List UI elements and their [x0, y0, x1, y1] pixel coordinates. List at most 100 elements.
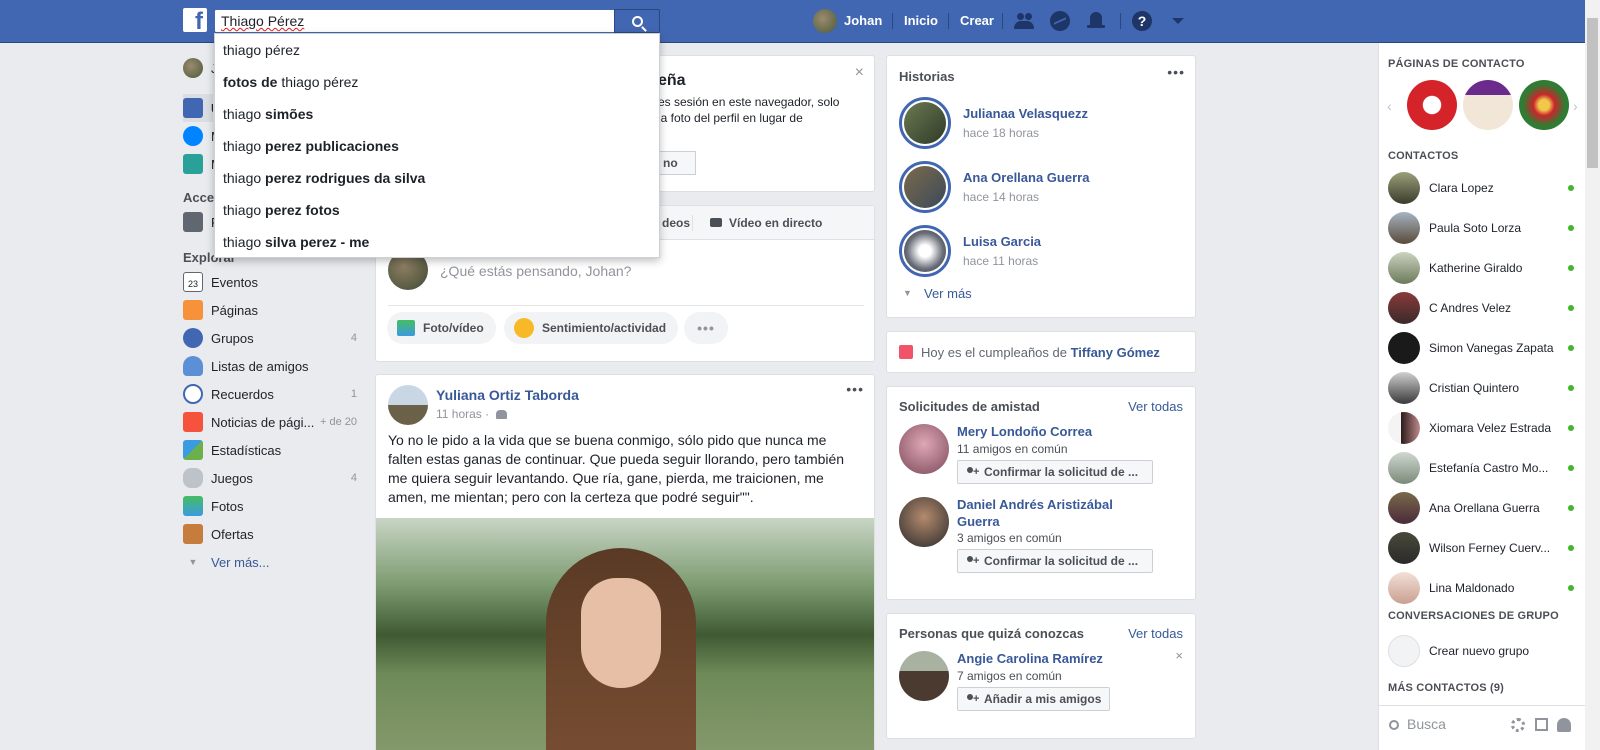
contact-item[interactable]: C Andres Velez: [1388, 290, 1578, 326]
story-avatar[interactable]: [899, 225, 951, 277]
feeling-activity-button[interactable]: Sentimiento/actividad: [504, 312, 679, 344]
stories-options-icon[interactable]: •••: [1167, 64, 1185, 80]
marketplace-icon: [183, 154, 203, 174]
pymk-see-all[interactable]: Ver todas: [1128, 626, 1183, 641]
post-author-avatar[interactable]: [388, 385, 428, 425]
create-group-button[interactable]: Crear nuevo grupo: [1388, 633, 1578, 669]
post-photo[interactable]: [376, 518, 874, 750]
confirm-request-button[interactable]: Confirmar la solicitud de ...: [957, 460, 1153, 484]
sidebar-see-more[interactable]: ▼ Ver más...: [183, 548, 357, 576]
sidebar-item-groups[interactable]: Grupos 4: [183, 324, 357, 352]
search-suggestion[interactable]: thiago pérez: [215, 34, 659, 66]
contact-item[interactable]: Xiomara Velez Estrada: [1388, 410, 1578, 446]
story-time: hace 11 horas: [963, 254, 1039, 268]
composer-input[interactable]: ¿Qué estás pensando, Johan?: [440, 263, 631, 279]
contact-item[interactable]: Paula Soto Lorza: [1388, 210, 1578, 246]
add-friend-button[interactable]: Añadir a mis amigos: [957, 687, 1111, 711]
photo-video-button[interactable]: Foto/vídeo: [387, 312, 496, 344]
facebook-logo-icon[interactable]: f: [183, 8, 207, 32]
contact-item[interactable]: Lina Maldonado: [1388, 570, 1578, 606]
search-suggestion[interactable]: thiago perez rodrigues da silva: [215, 162, 659, 194]
chevron-left-icon[interactable]: ‹: [1387, 98, 1392, 114]
birthday-person-link[interactable]: Tiffany Gómez: [1071, 345, 1160, 360]
composer-divider: [388, 305, 864, 306]
contact-item[interactable]: Katherine Giraldo: [1388, 250, 1578, 286]
friends-audience-icon[interactable]: [496, 410, 508, 420]
requester-avatar[interactable]: [899, 424, 949, 474]
contact-item[interactable]: Cristian Quintero: [1388, 370, 1578, 406]
scrollbar-thumb[interactable]: [1587, 18, 1598, 168]
suggestion-name[interactable]: Angie Carolina Ramírez: [957, 651, 1103, 666]
suggestion-avatar[interactable]: [899, 651, 949, 701]
contact-item[interactable]: Simon Vanegas Zapata: [1388, 330, 1578, 366]
sidebar-item-games[interactable]: Juegos 4: [183, 464, 357, 492]
page-scrollbar[interactable]: [1585, 0, 1600, 750]
messenger-icon[interactable]: [1050, 11, 1070, 31]
requester-avatar[interactable]: [899, 497, 949, 547]
search-suggestion[interactable]: thiago simões: [215, 98, 659, 130]
sidebar-item-offers[interactable]: Ofertas: [183, 520, 357, 548]
story-name[interactable]: Julianaa Velasquezz: [963, 106, 1088, 121]
chevron-right-icon[interactable]: ›: [1573, 98, 1578, 114]
contact-item[interactable]: Clara Lopez: [1388, 170, 1578, 206]
sidebar-item-pages[interactable]: Páginas: [183, 296, 357, 324]
avatar: [1388, 572, 1420, 604]
help-icon[interactable]: ?: [1132, 11, 1152, 31]
story-thumbnail: [904, 230, 946, 272]
stories-see-more[interactable]: Ver más: [924, 286, 972, 301]
create-link[interactable]: Crear: [960, 0, 994, 42]
sidebar-item-statistics[interactable]: Estadísticas: [183, 436, 357, 464]
contact-name: Paula Soto Lorza: [1429, 221, 1522, 235]
contact-item[interactable]: Ana Orellana Guerra: [1388, 490, 1578, 526]
search-suggestion[interactable]: fotos de thiago pérez: [215, 66, 659, 98]
contact-item[interactable]: Estefanía Castro Mo...: [1388, 450, 1578, 486]
close-icon[interactable]: ×: [855, 64, 864, 82]
user-avatar[interactable]: [813, 9, 837, 33]
chat-search-input[interactable]: Busca: [1407, 716, 1446, 732]
story-avatar[interactable]: [899, 97, 951, 149]
requester-name[interactable]: Mery Londoño Correa: [957, 424, 1092, 439]
search-suggestion[interactable]: thiago perez fotos: [215, 194, 659, 226]
sidebar-item-pages-feed[interactable]: Noticias de pági... + de 20: [183, 408, 357, 436]
notifications-icon[interactable]: [1086, 11, 1106, 31]
more-options-button[interactable]: •••: [684, 312, 728, 344]
contact-page-avatar[interactable]: [1463, 80, 1513, 130]
account-menu-chevron-down-icon[interactable]: [1168, 11, 1188, 31]
new-group-icon[interactable]: [1557, 718, 1571, 732]
story-avatar[interactable]: [899, 161, 951, 213]
sidebar-item-friend-lists[interactable]: Listas de amigos: [183, 352, 357, 380]
home-link[interactable]: Inicio: [904, 0, 938, 42]
sidebar-item-label: Grupos: [211, 330, 254, 346]
sidebar-item-memories[interactable]: Recuerdos 1: [183, 380, 357, 408]
close-icon[interactable]: ×: [1175, 648, 1183, 663]
more-contacts-heading[interactable]: MÁS CONTACTOS (9): [1388, 682, 1504, 694]
gear-icon[interactable]: [1511, 718, 1525, 732]
nav-divider: [892, 13, 893, 29]
sidebar-item-news-feed[interactable]: U: [183, 94, 213, 122]
tab-photo-video[interactable]: deos: [662, 216, 690, 230]
card-button[interactable]: no: [656, 151, 696, 175]
sidebar-item-photos[interactable]: Fotos: [183, 492, 357, 520]
story-name[interactable]: Ana Orellana Guerra: [963, 170, 1089, 185]
post-author-name[interactable]: Yuliana Ortiz Taborda: [436, 387, 579, 403]
confirm-request-button[interactable]: Confirmar la solicitud de ...: [957, 549, 1153, 573]
friend-requests-icon[interactable]: [1014, 11, 1034, 31]
search-suggestion[interactable]: thiago perez publicaciones: [215, 130, 659, 162]
post-timestamp[interactable]: 11 horas: [436, 407, 482, 421]
contact-page-avatar[interactable]: [1519, 80, 1569, 130]
suggestion-text: thiago pérez: [223, 42, 301, 58]
tab-live-video[interactable]: Vídeo en directo: [729, 216, 822, 230]
contact-page-avatar[interactable]: [1407, 80, 1457, 130]
compose-icon[interactable]: [1535, 718, 1548, 731]
story-name[interactable]: Luisa Garcia: [963, 234, 1041, 249]
search-button[interactable]: [614, 9, 660, 33]
suggestion-text: thiago: [223, 202, 266, 218]
sidebar-item-events[interactable]: 23 Eventos: [183, 268, 357, 296]
post-options-icon[interactable]: •••: [846, 381, 864, 397]
profile-link[interactable]: Johan: [844, 0, 882, 42]
search-input[interactable]: Thiago Pérez: [214, 9, 614, 33]
friend-requests-see-all[interactable]: Ver todas: [1128, 399, 1183, 414]
search-suggestion[interactable]: thiago silva perez - me: [215, 226, 659, 258]
contact-item[interactable]: Wilson Ferney Cuerv...: [1388, 530, 1578, 566]
requester-name[interactable]: Daniel Andrés Aristizábal Guerra: [957, 496, 1113, 530]
